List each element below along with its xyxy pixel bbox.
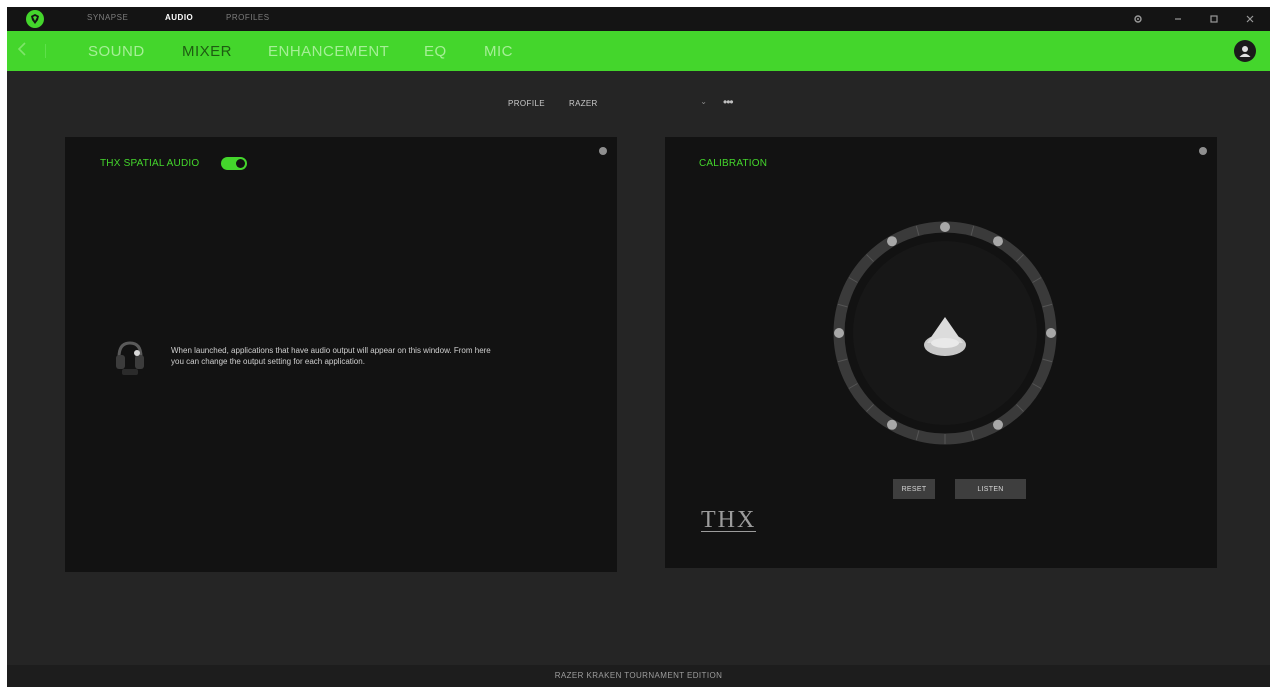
speaker-node[interactable] xyxy=(993,419,1003,430)
spatial-audio-title: THX SPATIAL AUDIO xyxy=(100,158,200,169)
razer-synapse-window: SYNAPSE AUDIO PROFILES SOUND MIXER ENHAN… xyxy=(7,7,1270,687)
panel-options-icon[interactable] xyxy=(599,147,607,155)
subtab-mixer[interactable]: MIXER xyxy=(182,43,232,60)
calibration-title: CALIBRATION xyxy=(699,158,768,169)
toggle-knob xyxy=(236,159,245,168)
device-footer: RAZER KRAKEN TOURNAMENT EDITION xyxy=(7,665,1270,687)
spatial-audio-panel: THX SPATIAL AUDIO When launched, applica… xyxy=(65,137,617,572)
speaker-node[interactable] xyxy=(887,236,897,247)
mixer-empty-message: When launched, applications that have au… xyxy=(171,346,491,366)
chevron-down-icon: ⌄ xyxy=(700,97,707,106)
title-bar: SYNAPSE AUDIO PROFILES xyxy=(7,7,1270,31)
spatial-audio-toggle[interactable] xyxy=(221,157,247,170)
subtab-mic[interactable]: MIC xyxy=(484,43,513,60)
subtab-eq[interactable]: EQ xyxy=(424,43,447,60)
speaker-node[interactable] xyxy=(940,222,950,232)
profile-value: RAZER xyxy=(569,99,598,108)
profile-dropdown[interactable]: RAZER ⌄ xyxy=(563,93,709,113)
calibration-panel: CALIBRATION RESET LISTEN THX xyxy=(665,137,1217,568)
profile-label: PROFILE xyxy=(508,99,546,108)
listen-button[interactable]: LISTEN xyxy=(955,479,1026,499)
user-avatar-icon[interactable] xyxy=(1234,40,1256,62)
subtab-sound[interactable]: SOUND xyxy=(88,43,145,60)
panel-options-icon[interactable] xyxy=(1199,147,1207,155)
device-name: RAZER KRAKEN TOURNAMENT EDITION xyxy=(554,671,723,680)
razer-logo-icon[interactable] xyxy=(26,10,44,28)
thx-logo: THX xyxy=(701,507,757,533)
subtab-enhancement[interactable]: ENHANCEMENT xyxy=(268,43,389,60)
chevron-left-icon[interactable] xyxy=(17,41,33,61)
nav-divider xyxy=(45,44,46,58)
speaker-node[interactable] xyxy=(834,328,844,338)
maximize-icon[interactable] xyxy=(1206,11,1222,27)
settings-icon[interactable] xyxy=(1130,11,1146,27)
tab-audio[interactable]: AUDIO xyxy=(165,13,193,22)
profile-more-button[interactable]: ••• xyxy=(723,95,734,109)
speaker-node[interactable] xyxy=(1046,328,1056,338)
speaker-node[interactable] xyxy=(993,236,1003,247)
speaker-node[interactable] xyxy=(887,419,897,430)
reset-button[interactable]: RESET xyxy=(893,479,935,499)
headset-icon xyxy=(116,341,144,375)
minimize-icon[interactable] xyxy=(1170,11,1186,27)
audio-subnav: SOUND MIXER ENHANCEMENT EQ MIC xyxy=(7,31,1270,71)
tab-synapse[interactable]: SYNAPSE xyxy=(87,13,128,22)
tab-profiles[interactable]: PROFILES xyxy=(226,13,270,22)
calibration-dial[interactable] xyxy=(825,213,1065,453)
close-icon[interactable] xyxy=(1242,11,1258,27)
